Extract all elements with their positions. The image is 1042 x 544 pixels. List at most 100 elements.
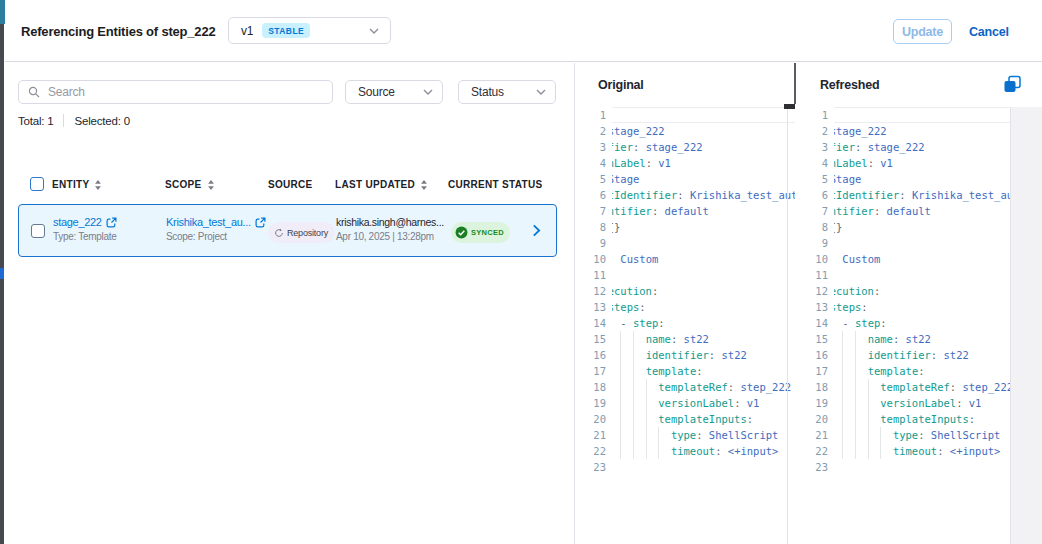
code-line: 3 identifier: stage_222: [588, 139, 795, 155]
background-app-edge-blue: [0, 268, 4, 279]
scrollbar-track[interactable]: [794, 63, 796, 104]
code-line: 15 name: st22: [810, 331, 1011, 347]
table-row[interactable]: stage_222 Type: Template Krishika_test_a…: [18, 204, 557, 257]
original-pane-border: [787, 107, 788, 544]
code-line: 22 timeout: <+input>: [588, 443, 795, 459]
code-line: 4 versionLabel: v1: [810, 155, 1011, 171]
column-header-entity[interactable]: ENTITY: [52, 179, 101, 190]
panel-divider: [574, 63, 575, 544]
search-icon: [28, 86, 40, 98]
code-line: 22 timeout: <+input>: [810, 443, 1011, 459]
scope-cell: Krishika_test_au... Scope: Project: [166, 216, 266, 242]
status-badge: SYNCED: [451, 222, 510, 243]
chevron-right-icon[interactable]: [532, 224, 541, 237]
code-line: 11 spec:: [810, 267, 1011, 283]
selected-count: Selected: 0: [74, 115, 129, 127]
row-checkbox[interactable]: [31, 224, 45, 238]
entity-cell: stage_222 Type: Template: [53, 216, 117, 242]
code-line: 8 tags: {}: [810, 219, 1011, 235]
code-line: 17 template:: [588, 363, 795, 379]
code-line: 7 orgIdentifier: default: [810, 203, 1011, 219]
code-line: 4 versionLabel: v1: [588, 155, 795, 171]
refreshed-code-pane[interactable]: 1template:2 name: stage_2223 identifier:…: [810, 107, 1011, 544]
version-value: v1: [241, 24, 253, 38]
copy-icon[interactable]: [1003, 75, 1022, 94]
code-line: 21 type: ShellScript: [588, 427, 795, 443]
code-line: 2 name: stage_222: [588, 123, 795, 139]
scrollbar-thumb[interactable]: [784, 104, 795, 109]
scrollbar-gutter: [1011, 107, 1042, 544]
status-filter-dropdown[interactable]: Status: [458, 80, 556, 104]
page-title: Referencing Entities of step_222: [21, 24, 215, 39]
sort-icon[interactable]: [421, 180, 427, 190]
external-link-icon[interactable]: [106, 217, 117, 228]
code-line: 1template:: [810, 107, 1011, 123]
chevron-down-icon: [536, 89, 546, 95]
code-line: 13 steps:: [810, 299, 1011, 315]
code-line: 9 spec:: [588, 235, 795, 251]
update-button[interactable]: Update: [893, 19, 952, 44]
scope-link[interactable]: Krishika_test_au...: [166, 216, 266, 228]
stable-badge: STABLE: [262, 23, 310, 38]
code-line: 16 identifier: st22: [810, 347, 1011, 363]
background-app-edge-dark2: [0, 279, 4, 544]
code-line: 10 type: Custom: [588, 251, 795, 267]
check-circle-icon: [455, 226, 468, 239]
search-input[interactable]: Search: [18, 80, 333, 104]
totals-bar: Total: 1 Selected: 0: [18, 114, 130, 127]
code-line: 10 type: Custom: [810, 251, 1011, 267]
external-link-icon[interactable]: [255, 217, 266, 228]
code-line: 2 name: stage_222: [810, 123, 1011, 139]
original-pane-title: Original: [598, 78, 644, 92]
code-line: 20 templateInputs:: [588, 411, 795, 427]
select-all-checkbox[interactable]: [30, 177, 44, 191]
original-code-pane[interactable]: 1template:2 name: stage_2223 identifier:…: [588, 107, 795, 544]
code-line: 20 templateInputs:: [810, 411, 1011, 427]
column-header-scope[interactable]: SCOPE: [165, 179, 214, 190]
version-dropdown[interactable]: v1 STABLE: [228, 17, 391, 44]
code-line: 18 templateRef: step_222: [810, 379, 1011, 395]
code-line: 14 - step:: [588, 315, 795, 331]
background-app-edge-dark: [0, 24, 4, 268]
updated-at: Apr 10, 2025 | 13:28pm: [336, 231, 444, 242]
chevron-down-icon: [423, 89, 433, 95]
code-line: 1template:: [588, 107, 795, 123]
column-header-current-status: CURRENT STATUS: [448, 179, 542, 190]
code-line: 3 identifier: stage_222: [810, 139, 1011, 155]
search-placeholder: Search: [48, 85, 85, 99]
code-line: 18 templateRef: step_222: [588, 379, 795, 395]
repository-icon: [274, 228, 284, 238]
last-updated-cell: krishika.singh@harnes... Apr 10, 2025 | …: [336, 216, 444, 242]
code-line: 9 spec:: [810, 235, 1011, 251]
scope-sub: Scope: Project: [166, 231, 266, 242]
sort-icon[interactable]: [208, 180, 214, 190]
code-line: 21 type: ShellScript: [810, 427, 1011, 443]
sort-icon[interactable]: [95, 180, 101, 190]
code-line: 5 type: Stage: [810, 171, 1011, 187]
entity-type: Type: Template: [53, 231, 117, 242]
source-filter-dropdown[interactable]: Source: [345, 80, 443, 104]
code-line: 6 projectIdentifier: Krishika_test_autom…: [588, 187, 795, 203]
refreshed-pane-title: Refreshed: [820, 78, 879, 92]
code-line: 19 versionLabel: v1: [588, 395, 795, 411]
total-count: Total: 1: [18, 115, 53, 127]
code-line: 19 versionLabel: v1: [810, 395, 1011, 411]
updated-by: krishika.singh@harnes...: [336, 216, 444, 228]
column-header-source: SOURCE: [268, 179, 313, 190]
chevron-down-icon: [369, 28, 379, 34]
code-line: 23: [588, 459, 795, 475]
code-line: 13 steps:: [588, 299, 795, 315]
cancel-button[interactable]: Cancel: [969, 19, 1009, 44]
column-header-last-updated[interactable]: LAST UPDATED: [335, 179, 427, 190]
source-badge: Repository: [268, 222, 335, 243]
code-line: 11 spec:: [588, 267, 795, 283]
code-line: 12 execution:: [588, 283, 795, 299]
modal-header: Referencing Entities of step_222 v1 STAB…: [5, 0, 1042, 62]
entity-link[interactable]: stage_222: [53, 216, 117, 228]
code-line: 15 name: st22: [588, 331, 795, 347]
code-line: 6 projectIdentifier: Krishika_test_autom…: [810, 187, 1011, 203]
divider: [63, 114, 64, 127]
code-line: 7 orgIdentifier: default: [588, 203, 795, 219]
code-line: 12 execution:: [810, 283, 1011, 299]
code-line: 17 template:: [810, 363, 1011, 379]
